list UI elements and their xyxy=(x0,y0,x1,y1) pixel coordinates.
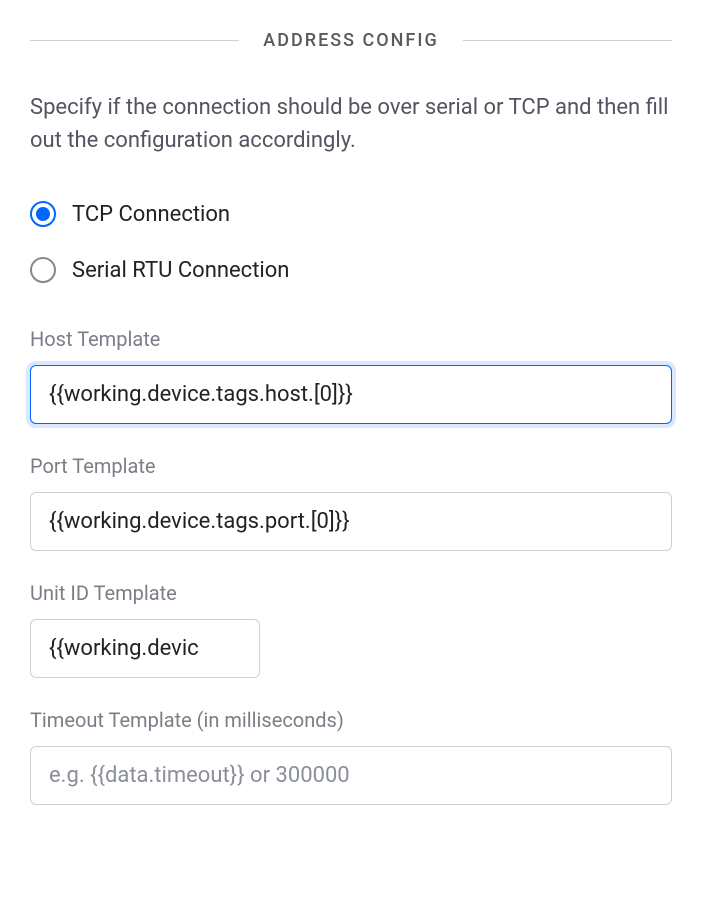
section-divider: ADDRESS CONFIG xyxy=(30,30,672,51)
unit-id-template-label: Unit ID Template xyxy=(30,581,672,605)
host-template-field: Host Template xyxy=(30,327,672,424)
timeout-template-label: Timeout Template (in milliseconds) xyxy=(30,708,672,732)
unit-id-template-field: Unit ID Template xyxy=(30,581,672,678)
timeout-template-input[interactable] xyxy=(30,746,672,805)
port-template-label: Port Template xyxy=(30,454,672,478)
section-title: ADDRESS CONFIG xyxy=(239,30,462,51)
port-template-field: Port Template xyxy=(30,454,672,551)
unit-id-template-input[interactable] xyxy=(30,619,260,678)
radio-unselected-icon xyxy=(30,257,56,283)
serial-rtu-connection-radio[interactable]: Serial RTU Connection xyxy=(30,257,672,283)
host-template-input[interactable] xyxy=(30,365,672,424)
serial-radio-label: Serial RTU Connection xyxy=(72,258,289,283)
section-description: Specify if the connection should be over… xyxy=(30,91,672,157)
connection-type-radio-group: TCP Connection Serial RTU Connection xyxy=(30,201,672,283)
tcp-radio-label: TCP Connection xyxy=(72,202,230,227)
divider-line-left xyxy=(30,40,239,41)
radio-selected-icon xyxy=(30,201,56,227)
host-template-label: Host Template xyxy=(30,327,672,351)
tcp-connection-radio[interactable]: TCP Connection xyxy=(30,201,672,227)
port-template-input[interactable] xyxy=(30,492,672,551)
divider-line-right xyxy=(463,40,672,41)
timeout-template-field: Timeout Template (in milliseconds) xyxy=(30,708,672,805)
